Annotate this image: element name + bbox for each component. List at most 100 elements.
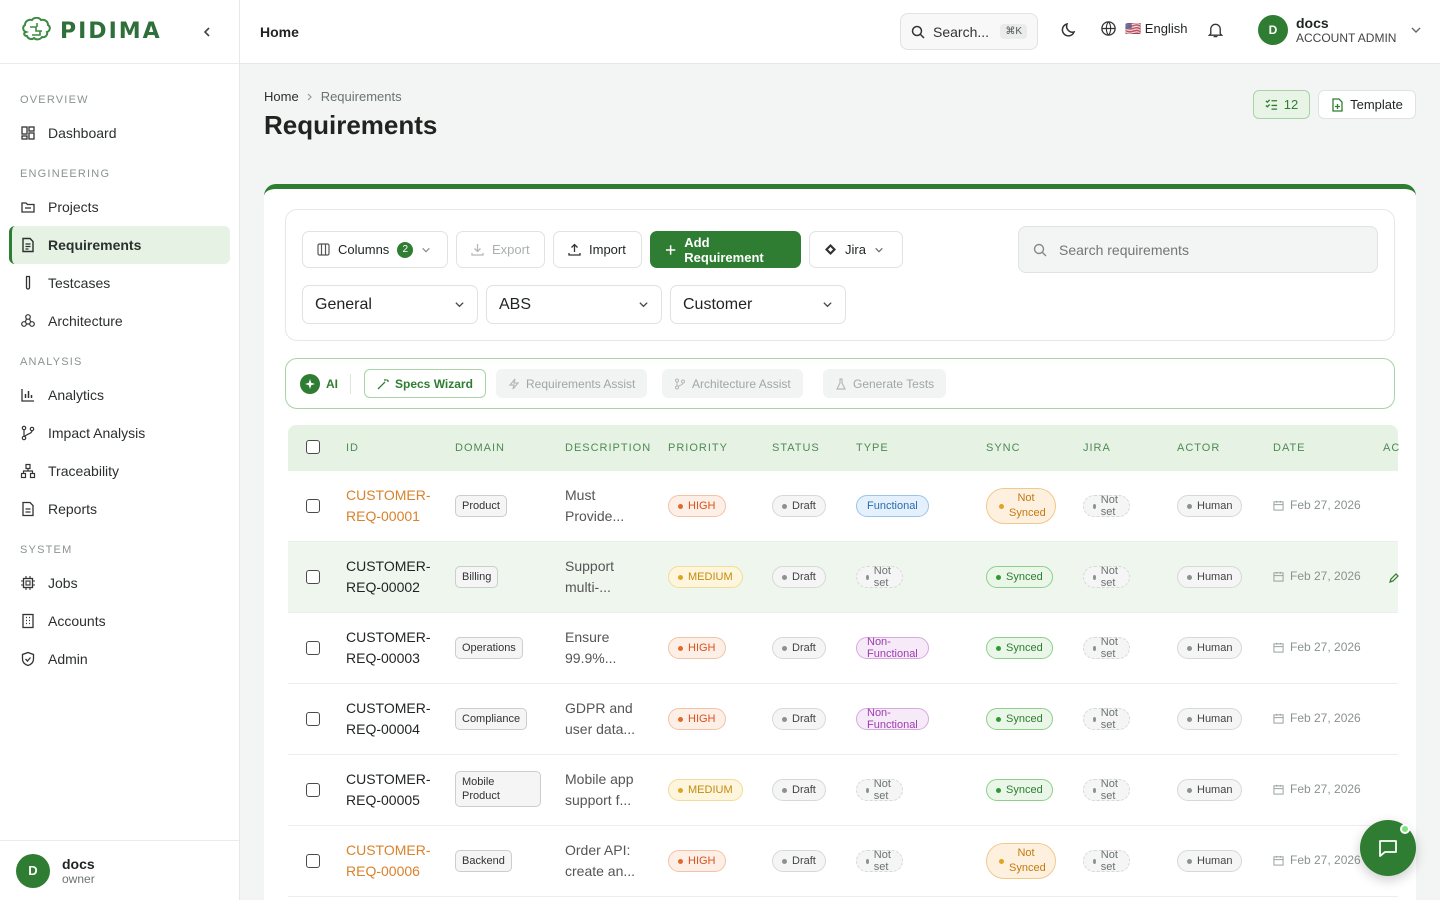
status-badge: Draft xyxy=(772,637,826,659)
sidebar-item-testcases[interactable]: Testcases xyxy=(9,264,230,302)
notifications-button[interactable] xyxy=(1207,21,1224,39)
sidebar-item-accounts[interactable]: Accounts xyxy=(9,602,230,640)
table-row[interactable]: CUSTOMER- REQ-00001 Product Must Provide… xyxy=(288,471,1398,542)
chevron-down-icon xyxy=(823,302,832,308)
filter-customer-select[interactable]: Customer xyxy=(670,285,846,324)
template-button[interactable]: Template xyxy=(1318,90,1416,119)
priority-text: HIGH xyxy=(688,500,716,512)
table-row[interactable]: CUSTOMER- REQ-00002 Billing Support mult… xyxy=(288,542,1399,613)
sidebar-item-admin[interactable]: Admin xyxy=(9,640,230,678)
sidebar-item-label: Admin xyxy=(48,651,88,667)
requirements-count-button[interactable]: 12 xyxy=(1253,90,1310,119)
generate-tests-button[interactable]: Generate Tests xyxy=(823,369,947,398)
requirement-id-link[interactable]: CUSTOMER- REQ-00004 xyxy=(346,698,446,740)
nav-section-title: ENGINEERING xyxy=(20,168,111,180)
sidebar-item-requirements[interactable]: Requirements xyxy=(9,226,230,264)
column-header[interactable]: JIRA xyxy=(1083,425,1111,471)
sidebar-item-jobs[interactable]: Jobs xyxy=(9,564,230,602)
description-cell[interactable]: GDPR and user data... xyxy=(565,698,655,740)
description-cell[interactable]: Support multi-... xyxy=(565,556,655,598)
select-all-checkbox[interactable] xyxy=(306,440,320,454)
nav-section-title: SYSTEM xyxy=(20,544,73,556)
description-cell[interactable]: Must Provide... xyxy=(565,485,655,527)
requirement-id-link[interactable]: CUSTOMER- REQ-00002 xyxy=(346,556,446,598)
priority-badge: MEDIUM xyxy=(668,779,743,801)
brand-logo[interactable]: PIDIMA xyxy=(20,16,162,47)
description-line: GDPR and xyxy=(565,700,633,716)
filter-abs-select[interactable]: ABS xyxy=(486,285,662,324)
sidebar-item-traceability[interactable]: Traceability xyxy=(9,452,230,490)
column-header[interactable]: SYNC xyxy=(986,425,1021,471)
add-requirement-button[interactable]: Add Requirement xyxy=(650,231,801,268)
edit-icon[interactable] xyxy=(1389,573,1399,583)
requirements-count: 12 xyxy=(1283,97,1299,112)
jira-badge: Not set xyxy=(1083,707,1131,731)
jira-button[interactable]: Jira xyxy=(809,231,903,268)
requirements-search-input[interactable] xyxy=(1059,241,1359,258)
sidebar-item-architecture[interactable]: Architecture xyxy=(9,302,230,340)
filter-general-select[interactable]: General xyxy=(302,285,478,324)
sidebar-item-projects[interactable]: Projects xyxy=(9,188,230,226)
requirement-id-line: CUSTOMER- xyxy=(346,629,431,645)
requirement-id-link[interactable]: CUSTOMER- REQ-00006 xyxy=(346,840,446,882)
column-header[interactable]: TYPE xyxy=(856,425,889,471)
description-cell[interactable]: Ensure 99.9%... xyxy=(565,627,655,669)
column-header[interactable]: DESCRIPTION xyxy=(565,425,651,471)
chat-button[interactable] xyxy=(1360,820,1416,876)
row-checkbox[interactable] xyxy=(306,712,320,726)
column-header[interactable]: AC xyxy=(1383,425,1400,471)
sidebar-item-impact-analysis[interactable]: Impact Analysis xyxy=(9,414,230,452)
row-checkbox[interactable] xyxy=(306,641,320,655)
row-checkbox[interactable] xyxy=(306,854,320,868)
priority-badge: HIGH xyxy=(668,495,726,517)
table-row[interactable]: CUSTOMER- REQ-00006 Backend Order API: c… xyxy=(288,826,1398,897)
column-header[interactable]: ACTOR xyxy=(1177,425,1220,471)
column-header[interactable]: DOMAIN xyxy=(455,425,505,471)
import-button[interactable]: Import xyxy=(553,231,642,268)
sidebar-item-label: Traceability xyxy=(48,463,120,479)
ai-toolbar: AI Specs Wizard Requirements Assist Arch… xyxy=(285,358,1395,409)
breadcrumb-home[interactable]: Home xyxy=(264,89,299,104)
requirements-assist-button[interactable]: Requirements Assist xyxy=(496,369,648,398)
row-checkbox[interactable] xyxy=(306,783,320,797)
theme-toggle-button[interactable] xyxy=(1060,21,1078,39)
column-header[interactable]: PRIORITY xyxy=(668,425,728,471)
jira-text: Not set xyxy=(1100,494,1118,518)
sidebar-item-analytics[interactable]: Analytics xyxy=(9,376,230,414)
table-row[interactable]: CUSTOMER- REQ-00004 Compliance GDPR and … xyxy=(288,684,1398,755)
priority-text: MEDIUM xyxy=(688,784,733,796)
requirement-id-line: REQ-00002 xyxy=(346,579,420,595)
header-user-role: ACCOUNT ADMIN xyxy=(1296,31,1397,45)
requirement-id-line: REQ-00005 xyxy=(346,792,420,808)
requirement-id-link[interactable]: CUSTOMER- REQ-00005 xyxy=(346,769,446,811)
sidebar-user[interactable]: D docs owner xyxy=(0,840,239,900)
global-search-button[interactable]: Search... ⌘K xyxy=(900,13,1038,50)
requirement-id-link[interactable]: CUSTOMER- REQ-00001 xyxy=(346,485,446,527)
specs-wizard-button[interactable]: Specs Wizard xyxy=(364,369,486,398)
priority-text: MEDIUM xyxy=(688,571,733,583)
column-header[interactable]: STATUS xyxy=(772,425,820,471)
column-header[interactable]: DATE xyxy=(1273,425,1306,471)
row-checkbox[interactable] xyxy=(306,570,320,584)
table-row[interactable]: CUSTOMER- REQ-00005 Mobile Product Mobil… xyxy=(288,755,1398,826)
columns-button[interactable]: Columns 2 xyxy=(302,231,448,268)
collapse-sidebar-button[interactable] xyxy=(195,20,219,44)
language-selector[interactable]: 🇺🇸 English xyxy=(1100,20,1187,37)
description-cell[interactable]: Mobile app support f... xyxy=(565,769,655,811)
row-checkbox[interactable] xyxy=(306,499,320,513)
architecture-assist-button[interactable]: Architecture Assist xyxy=(662,369,803,398)
table-row[interactable]: CUSTOMER- REQ-00003 Operations Ensure 99… xyxy=(288,613,1398,684)
architecture-assist-label: Architecture Assist xyxy=(692,376,791,391)
sidebar-item-dashboard[interactable]: Dashboard xyxy=(9,114,230,152)
sync-text: Not Synced xyxy=(1009,492,1046,519)
bell-icon xyxy=(1207,23,1224,38)
requirements-search[interactable] xyxy=(1018,226,1378,273)
sidebar-item-reports[interactable]: Reports xyxy=(9,490,230,528)
jira-badge: Not set xyxy=(1083,565,1131,589)
description-cell[interactable]: Order API: create an... xyxy=(565,840,655,882)
header-user-menu[interactable]: D docs ACCOUNT ADMIN xyxy=(1258,15,1422,45)
requirement-id-link[interactable]: CUSTOMER- REQ-00003 xyxy=(346,627,446,669)
checklist-icon xyxy=(1265,99,1277,110)
export-button[interactable]: Export xyxy=(456,231,545,268)
column-header[interactable]: ID xyxy=(346,425,359,471)
